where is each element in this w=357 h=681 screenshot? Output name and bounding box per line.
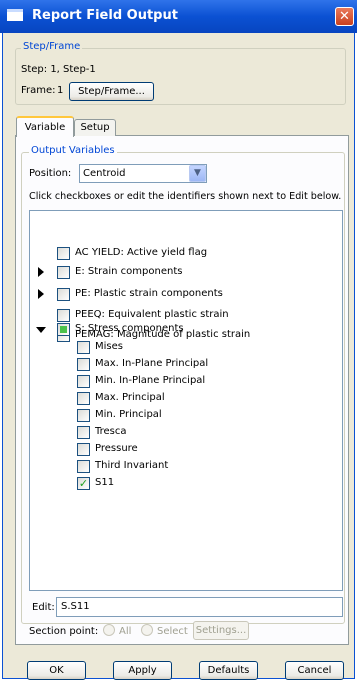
tab-setup[interactable]: Setup bbox=[74, 119, 116, 136]
checkbox-min-inplane[interactable] bbox=[77, 375, 90, 388]
tree-child-third-invariant[interactable]: Third Invariant bbox=[95, 460, 168, 471]
position-value: Centroid bbox=[83, 168, 126, 179]
checkbox-s[interactable] bbox=[57, 323, 70, 336]
tree-item-e[interactable]: E: Strain components bbox=[75, 266, 182, 277]
settings-button[interactable]: Settings... bbox=[193, 621, 249, 640]
check-icon: ✓ bbox=[78, 477, 89, 490]
radio-select-label: Select bbox=[157, 626, 188, 637]
apply-button[interactable]: Apply bbox=[113, 661, 172, 680]
tree-child-max-inplane[interactable]: Max. In-Plane Principal bbox=[95, 358, 208, 369]
tree-child-s11[interactable]: S11 bbox=[95, 477, 114, 488]
instruction-text: Click checkboxes or edit the identifiers… bbox=[29, 191, 342, 202]
tab-variable[interactable]: Variable bbox=[16, 116, 74, 137]
tree-child-mises[interactable]: Mises bbox=[95, 341, 123, 352]
edit-label: Edit: bbox=[32, 602, 55, 613]
section-point-label: Section point: bbox=[29, 626, 99, 637]
checkbox-max-principal[interactable] bbox=[77, 392, 90, 405]
radio-all-label: All bbox=[119, 626, 132, 637]
tree-child-max-principal[interactable]: Max. Principal bbox=[95, 392, 165, 403]
partial-check-icon bbox=[60, 326, 67, 333]
tree-child-pressure[interactable]: Pressure bbox=[95, 443, 138, 454]
step-frame-legend: Step/Frame bbox=[21, 41, 83, 52]
checkbox-ac-yield[interactable] bbox=[57, 247, 70, 260]
frame-label: Frame: bbox=[21, 85, 56, 96]
step-text: Step: 1, Step-1 bbox=[21, 64, 96, 75]
checkbox-e[interactable] bbox=[57, 266, 70, 279]
checkbox-peeq[interactable] bbox=[57, 309, 70, 322]
cancel-button[interactable]: Cancel bbox=[285, 661, 344, 680]
step-frame-button[interactable]: Step/Frame... bbox=[69, 82, 154, 101]
tree-item-peeq[interactable]: PEEQ: Equivalent plastic strain bbox=[75, 309, 229, 320]
checkbox-max-inplane[interactable] bbox=[77, 358, 90, 371]
checkbox-min-principal[interactable] bbox=[77, 409, 90, 422]
window-icon bbox=[7, 9, 23, 21]
defaults-button[interactable]: Defaults bbox=[199, 661, 258, 680]
checkbox-third-invariant[interactable] bbox=[77, 460, 90, 473]
tree-child-min-inplane[interactable]: Min. In-Plane Principal bbox=[95, 375, 205, 386]
tree-child-tresca[interactable]: Tresca bbox=[95, 426, 127, 437]
checkbox-s11[interactable]: ✓ bbox=[77, 477, 90, 490]
ok-button[interactable]: OK bbox=[27, 661, 86, 680]
frame-value: 1 bbox=[57, 85, 64, 96]
tree-child-min-principal[interactable]: Min. Principal bbox=[95, 409, 162, 420]
tree-item-ac-yield[interactable]: AC YIELD: Active yield flag bbox=[75, 247, 207, 258]
tree-item-pe[interactable]: PE: Plastic strain components bbox=[75, 288, 223, 299]
checkbox-mises[interactable] bbox=[77, 341, 90, 354]
checkbox-pressure[interactable] bbox=[77, 443, 90, 456]
expand-e-icon[interactable] bbox=[38, 267, 44, 277]
edit-field[interactable]: S.S11 bbox=[56, 597, 343, 617]
tree-item-s[interactable]: S: Stress components bbox=[75, 323, 184, 334]
checkbox-tresca[interactable] bbox=[77, 426, 90, 439]
output-variables-legend: Output Variables bbox=[29, 145, 117, 156]
radio-all[interactable] bbox=[103, 624, 115, 636]
step-frame-group bbox=[15, 48, 346, 105]
window-title: Report Field Output bbox=[32, 8, 178, 23]
chevron-down-icon[interactable]: ▼ bbox=[189, 165, 206, 182]
position-select[interactable]: Centroid ▼ bbox=[79, 164, 207, 183]
radio-select[interactable] bbox=[141, 624, 153, 636]
collapse-s-icon[interactable] bbox=[36, 327, 46, 333]
position-label: Position: bbox=[29, 168, 72, 179]
checkbox-pe[interactable] bbox=[57, 288, 70, 301]
close-button[interactable]: ✕ bbox=[335, 7, 354, 26]
expand-pe-icon[interactable] bbox=[38, 289, 44, 299]
